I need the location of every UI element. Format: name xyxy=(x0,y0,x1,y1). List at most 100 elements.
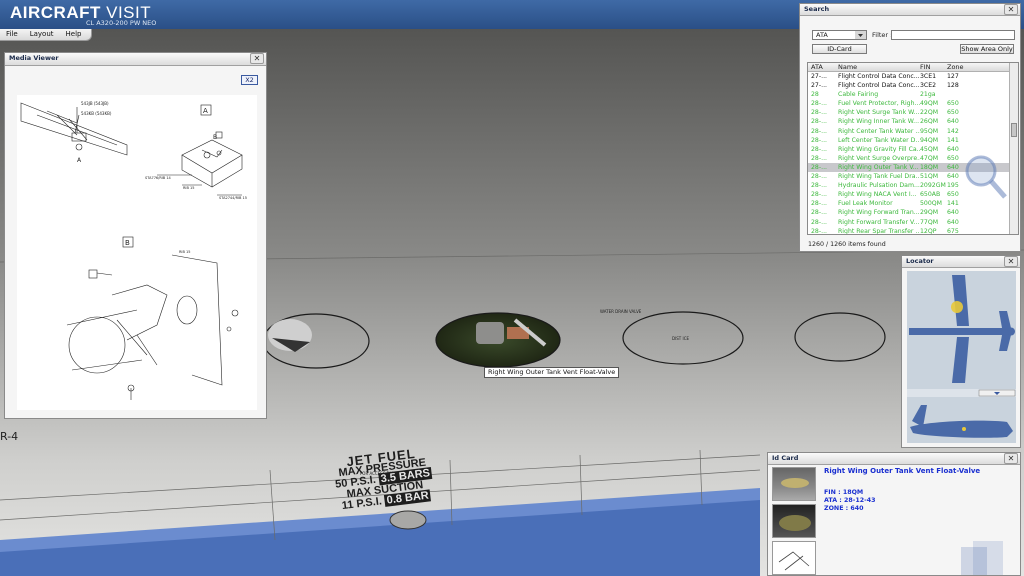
search-panel: Search ✕ ATA Filter : ID-Card Show Area … xyxy=(799,3,1021,252)
table-row[interactable]: 28-... Right Forward Transfer V... 77QM 640 xyxy=(808,218,1018,227)
cell-ata: 28-... xyxy=(811,136,828,144)
cell-name: Hydraulic Pulsation Dam... xyxy=(838,182,920,190)
technical-drawing: 543JB (543JB) 543KB (543KB) A A B STA776… xyxy=(17,95,257,410)
scrollbar-thumb[interactable] xyxy=(1011,123,1017,137)
cell-name: Fuel Leak Monitor xyxy=(838,200,893,208)
cell-fin: 18QM xyxy=(920,163,939,171)
cell-zone: 127 xyxy=(947,73,959,80)
cell-fin: 45QM xyxy=(920,145,939,153)
media-viewer-close-button[interactable]: ✕ xyxy=(250,53,264,64)
id-card-item-name: Right Wing Outer Tank Vent Float-Valve xyxy=(824,467,981,475)
cell-ata: 28-... xyxy=(811,118,828,126)
callout-4: RIB 15 xyxy=(183,186,194,190)
cell-name: Right Rear Spar Transfer ... xyxy=(838,227,920,235)
cell-zone xyxy=(947,90,1002,99)
results-scrollbar[interactable] xyxy=(1009,63,1018,234)
cell-fin: 650AB xyxy=(920,191,941,199)
cell-ata: 28-... xyxy=(811,200,828,208)
id-card-panel: Id Card ✕ Right Wing Outer Tank Vent Flo… xyxy=(767,452,1021,576)
cell-zone: 142 xyxy=(947,127,959,135)
id-card-fin: FIN : 18QM xyxy=(824,489,864,496)
cell-zone: 640 xyxy=(947,118,959,126)
cell-ata: 28-... xyxy=(811,100,828,108)
cell-ata: 28-... xyxy=(811,191,828,199)
column-header-name[interactable]: Name xyxy=(838,63,920,71)
id-card-button[interactable]: ID-Card xyxy=(812,44,867,54)
cell-name: Right Wing Forward Tran... xyxy=(838,209,920,217)
cell-name: Flight Control Data Conc... xyxy=(838,73,920,80)
id-card-close-button[interactable]: ✕ xyxy=(1004,453,1018,464)
cell-ata: 28-... xyxy=(811,127,828,135)
thumbnail-1[interactable] xyxy=(772,467,816,501)
cell-ata: 28-... xyxy=(811,163,828,171)
cell-zone: 640 xyxy=(947,209,959,217)
thumbnail-3[interactable] xyxy=(772,541,816,575)
chevron-down-icon[interactable] xyxy=(855,31,866,39)
cell-ata: 28-... xyxy=(811,218,828,226)
locator-view[interactable] xyxy=(907,271,1016,443)
column-header-fin[interactable]: FIN xyxy=(920,63,947,71)
menu-help[interactable]: Help xyxy=(60,29,88,40)
search-header[interactable]: Search ✕ xyxy=(800,4,1020,16)
table-row[interactable]: 28-... Right Wing Forward Tran... 29QM 640 xyxy=(808,208,1018,217)
id-card-zone: ZONE : 640 xyxy=(824,505,864,512)
cell-fin: 49QM xyxy=(920,100,939,108)
callout-6: RIB 15 xyxy=(179,250,190,254)
table-row[interactable]: 28-... Fuel Vent Protector, Righ... 49QM 65… xyxy=(808,99,1018,108)
menu-file[interactable]: File xyxy=(0,29,24,40)
callout-b: B xyxy=(213,134,217,141)
show-area-only-button[interactable]: Show Area Only xyxy=(960,44,1014,54)
cell-name: Right Wing Inner Tank W... xyxy=(838,118,920,126)
results-count: 1260 / 1260 items found xyxy=(808,241,886,248)
search-title: Search xyxy=(804,5,830,13)
table-row[interactable]: 28-... Right Vent Surge Tank W... 22QM 650 xyxy=(808,108,1018,117)
cell-name: Right Wing Tank Fuel Dra... xyxy=(838,173,920,181)
menu-layout[interactable]: Layout xyxy=(24,29,60,40)
aircraft-top-view-icon xyxy=(909,275,1015,383)
cell-name: Right Wing Gravity Fill Ca... xyxy=(838,145,920,153)
part-tooltip: Right Wing Outer Tank Vent Float-Valve xyxy=(484,367,620,378)
cell-ata: 28-... xyxy=(811,173,828,181)
cell-fin: 47QM xyxy=(920,154,939,162)
table-row[interactable]: 27-... Flight Control Data Conc... 3CE2 128 xyxy=(808,81,1018,90)
cell-fin: 21ga xyxy=(920,91,936,99)
locator-close-button[interactable]: ✕ xyxy=(1004,256,1018,267)
cell-ata: 28-... xyxy=(811,227,828,235)
column-header-ata[interactable]: ATA xyxy=(808,63,838,71)
locator-title: Locator xyxy=(906,257,934,265)
table-row[interactable]: 28-... Right Rear Spar Transfer ... 12QP 67… xyxy=(808,227,1018,235)
id-card-header[interactable]: Id Card ✕ xyxy=(768,453,1020,465)
zoom-x2-button[interactable]: X2 xyxy=(241,75,258,85)
cell-fin: 95QM xyxy=(920,127,939,135)
cell-name: Flight Control Data Conc... xyxy=(838,82,920,90)
callout-a: A xyxy=(77,157,82,164)
cell-name: Fuel Vent Protector, Righ... xyxy=(838,100,920,108)
column-header-zone[interactable]: Zone xyxy=(947,63,1002,71)
results-list: ATA Name FIN Zone 27-... Flight Control D… xyxy=(807,62,1019,235)
cell-zone: 128 xyxy=(947,82,959,90)
cell-zone: 675 xyxy=(947,227,959,235)
detail-b-label: B xyxy=(125,239,130,247)
thumbnail-2[interactable] xyxy=(772,504,816,538)
cell-fin: 12QP xyxy=(920,227,937,235)
cell-ata: 28-... xyxy=(811,154,828,162)
cell-ata: 28-... xyxy=(811,109,828,117)
table-row[interactable]: 28 Cable Fairing 21ga xyxy=(808,90,1018,99)
table-row[interactable]: 28-... Right Wing Inner Tank W... 26QM 640 xyxy=(808,117,1018,126)
cell-fin: 500QM xyxy=(920,200,943,208)
ata-dropdown[interactable]: ATA xyxy=(812,30,867,40)
cell-name: Right Vent Surge Overpre... xyxy=(838,154,920,162)
cell-ata: 28-... xyxy=(811,209,828,217)
detail-a-label: A xyxy=(203,107,208,115)
table-row[interactable]: 28-... Right Center Tank Water ... 95QM 142 xyxy=(808,127,1018,136)
table-row[interactable]: 28-... Left Center Tank Water D... 94QM 141 xyxy=(808,136,1018,145)
cell-name: Right Vent Surge Tank W... xyxy=(838,109,920,117)
media-viewer-header[interactable]: Media Viewer ✕ xyxy=(5,53,266,66)
locator-header[interactable]: Locator ✕ xyxy=(902,256,1020,268)
table-row[interactable]: 27-... Flight Control Data Conc... 3CE1 127 xyxy=(808,72,1018,81)
locator-panel: Locator ✕ xyxy=(901,255,1021,448)
media-viewer-title: Media Viewer xyxy=(9,54,59,62)
search-close-button[interactable]: ✕ xyxy=(1004,4,1018,15)
filter-input[interactable] xyxy=(891,30,1015,40)
cell-ata: 28-... xyxy=(811,145,828,153)
